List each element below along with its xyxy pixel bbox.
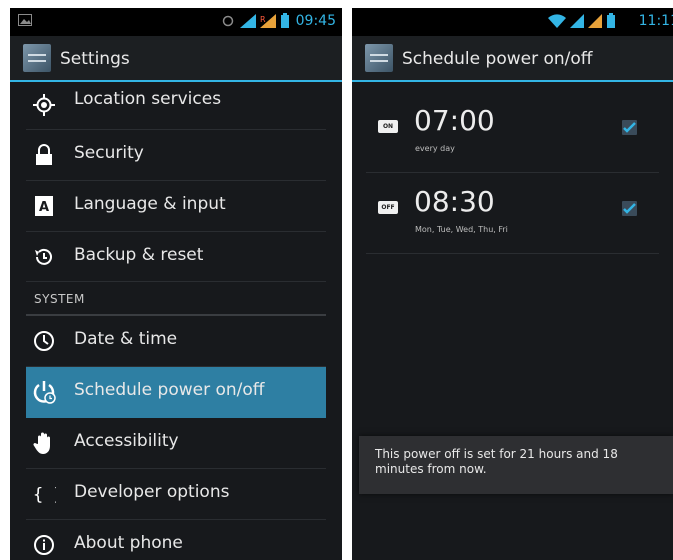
wifi-icon bbox=[548, 14, 566, 28]
settings-list: Location services Security A Language & … bbox=[26, 84, 326, 560]
schedule-repeat-days: every day bbox=[415, 144, 455, 153]
settings-item-location-services[interactable]: Location services bbox=[26, 84, 326, 130]
settings-app-icon[interactable] bbox=[23, 44, 51, 72]
svg-text:A: A bbox=[39, 200, 49, 215]
power-off-badge: OFF bbox=[378, 201, 398, 214]
section-header-label: SYSTEM bbox=[34, 292, 85, 307]
keyboard-a-icon: A bbox=[35, 195, 53, 216]
roaming-signal-icon bbox=[588, 14, 602, 28]
settings-item-label: Developer options bbox=[74, 481, 230, 502]
signal-icon bbox=[570, 14, 584, 28]
settings-item-label: Accessibility bbox=[74, 430, 179, 451]
settings-item-label: Backup & reset bbox=[74, 244, 204, 265]
svg-text:{ }: { } bbox=[33, 485, 56, 505]
schedule-row-power-off[interactable]: OFF 08:30 Mon, Tue, Wed, Thu, Fri bbox=[366, 173, 659, 254]
settings-item-label: About phone bbox=[74, 532, 183, 553]
schedule-row-power-on[interactable]: ON 07:00 every day bbox=[366, 92, 659, 173]
power-clock-icon bbox=[33, 381, 56, 404]
enable-checkbox[interactable] bbox=[622, 120, 637, 135]
settings-item-label: Location services bbox=[74, 89, 222, 109]
battery-icon bbox=[281, 13, 289, 28]
settings-item-label: Schedule power on/off bbox=[74, 380, 265, 401]
settings-item-schedule-power[interactable]: Schedule power on/off bbox=[26, 367, 326, 418]
schedule-time: 08:30 bbox=[414, 185, 495, 218]
settings-screen: R 09:45 Settings Location services Secur… bbox=[10, 8, 342, 560]
braces-icon: { } bbox=[33, 485, 56, 505]
section-header-system: SYSTEM bbox=[26, 282, 326, 317]
toast-notification: This power off is set for 21 hours and 1… bbox=[359, 436, 673, 494]
status-time: 09:45 bbox=[295, 13, 336, 29]
settings-app-icon[interactable] bbox=[365, 44, 393, 72]
signal-icon bbox=[240, 14, 256, 28]
action-bar: Schedule power on/off bbox=[352, 36, 673, 82]
settings-item-accessibility[interactable]: Accessibility bbox=[26, 418, 326, 469]
page-title: Settings bbox=[60, 49, 130, 69]
settings-item-developer-options[interactable]: { } Developer options bbox=[26, 469, 326, 520]
status-time: 11:11 bbox=[638, 13, 673, 29]
image-notification-icon bbox=[18, 14, 32, 26]
toast-message: This power off is set for 21 hours and 1… bbox=[375, 447, 618, 476]
location-icon bbox=[33, 94, 55, 116]
schedule-time: 07:00 bbox=[414, 104, 495, 137]
page-title: Schedule power on/off bbox=[402, 49, 593, 69]
settings-item-label: Date & time bbox=[74, 329, 178, 350]
hand-icon bbox=[33, 432, 50, 454]
settings-item-about-phone[interactable]: About phone bbox=[26, 520, 326, 560]
roaming-signal-icon: R bbox=[260, 14, 276, 28]
settings-item-label: Language & input bbox=[74, 193, 226, 214]
settings-item-label: Security bbox=[74, 143, 144, 163]
action-bar: Settings bbox=[10, 36, 342, 82]
settings-item-language-input[interactable]: A Language & input bbox=[26, 181, 326, 232]
sync-icon bbox=[222, 15, 234, 27]
restore-icon bbox=[35, 248, 52, 265]
status-bar: 11:11 bbox=[352, 8, 673, 36]
svg-text:R: R bbox=[260, 15, 266, 24]
schedule-repeat-days: Mon, Tue, Wed, Thu, Fri bbox=[415, 225, 508, 234]
schedule-power-screen: 11:11 Schedule power on/off ON 07:00 eve… bbox=[352, 8, 673, 560]
power-on-badge: ON bbox=[378, 120, 398, 133]
settings-item-date-time[interactable]: Date & time bbox=[26, 316, 326, 368]
enable-checkbox[interactable] bbox=[622, 201, 637, 216]
settings-item-backup-reset[interactable]: Backup & reset bbox=[26, 232, 326, 283]
settings-item-security[interactable]: Security bbox=[26, 130, 326, 181]
battery-icon bbox=[607, 13, 615, 28]
clock-icon bbox=[34, 331, 54, 352]
info-icon bbox=[34, 534, 54, 555]
status-bar: R 09:45 bbox=[10, 8, 342, 36]
lock-icon bbox=[36, 144, 52, 165]
